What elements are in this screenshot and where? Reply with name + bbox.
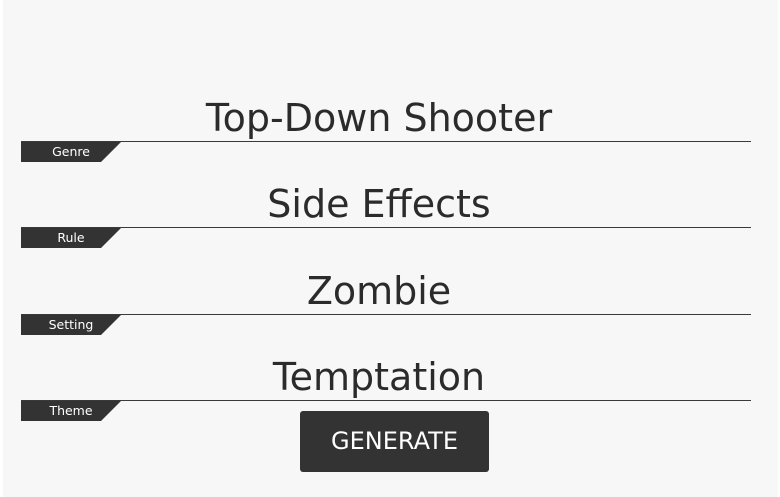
genre-divider [21,141,751,142]
generate-button[interactable]: GENERATE [300,411,489,472]
theme-label: Theme [49,403,93,418]
genre-label: Genre [52,144,90,159]
genre-tag: Genre [21,142,121,162]
rule-tag: Rule [21,228,121,248]
genre-value: Top-Down Shooter [205,96,553,140]
rule-value: Side Effects [267,182,491,226]
rule-divider [21,227,751,228]
setting-divider [21,314,751,315]
theme-value: Temptation [272,355,486,399]
theme-tag: Theme [21,401,121,421]
rule-label: Rule [57,230,85,245]
setting-label: Setting [48,317,94,332]
setting-tag: Setting [21,315,121,335]
setting-value: Zombie [306,269,452,313]
theme-divider [21,400,751,401]
